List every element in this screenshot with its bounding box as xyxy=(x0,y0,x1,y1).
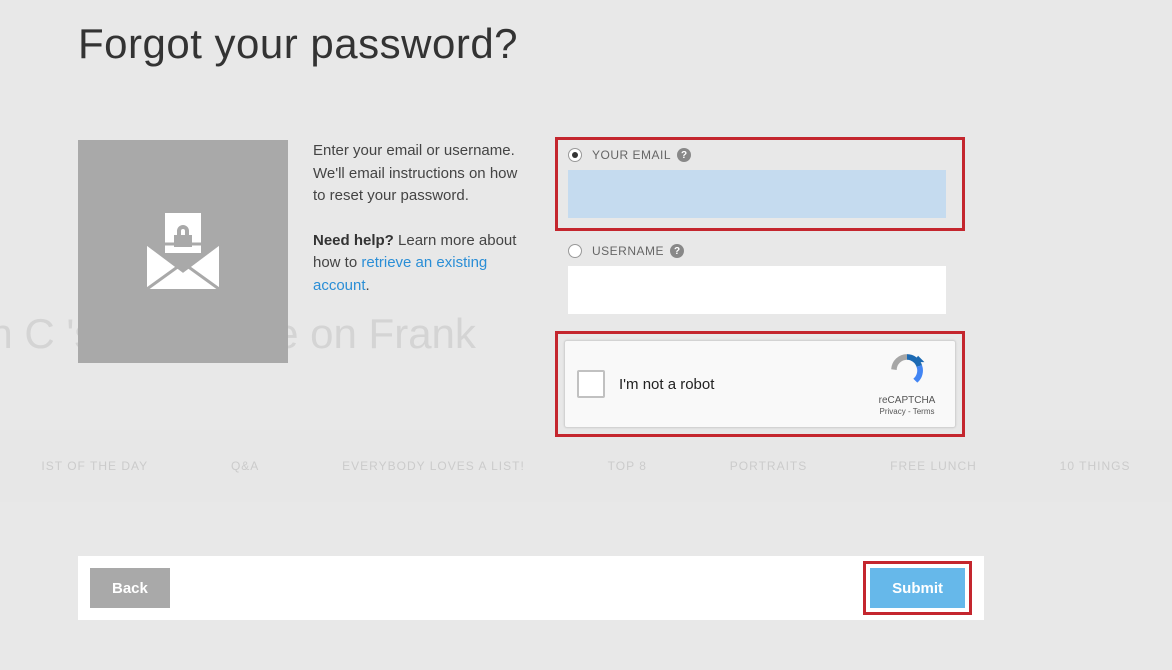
submit-button[interactable]: Submit xyxy=(870,568,965,608)
help-icon[interactable]: ? xyxy=(670,244,684,258)
lock-envelope-icon-box xyxy=(78,140,288,363)
form-area: YOUR EMAIL ? USERNAME ? I'm not a robot … xyxy=(555,137,965,437)
recaptcha-group: I'm not a robot reCAPTCHA Privacy - Term… xyxy=(555,331,965,437)
nav-item: TOP 8 xyxy=(608,459,647,473)
recaptcha-brand: reCAPTCHA xyxy=(871,395,943,406)
instructions-block: Enter your email or username. We'll emai… xyxy=(313,140,531,363)
lock-envelope-icon xyxy=(133,199,233,304)
nav-item: IST OF THE DAY xyxy=(41,459,148,473)
period: . xyxy=(366,277,370,294)
nav-item: Q&A xyxy=(231,459,259,473)
recaptcha-privacy[interactable]: Privacy xyxy=(880,407,906,416)
page-title: Forgot your password? xyxy=(78,20,518,68)
recaptcha-logo: reCAPTCHA Privacy - Terms xyxy=(871,351,943,416)
background-nav: IST OF THE DAY Q&A EVERYBODY LOVES A LIS… xyxy=(0,430,1172,502)
username-radio[interactable] xyxy=(568,244,582,258)
recaptcha-box: I'm not a robot reCAPTCHA Privacy - Term… xyxy=(564,340,956,428)
nav-item: EVERYBODY LOVES A LIST! xyxy=(342,459,525,473)
email-field-group: YOUR EMAIL ? xyxy=(555,137,965,231)
nav-item: PORTRAITS xyxy=(730,459,807,473)
submit-highlight: Submit xyxy=(863,561,972,615)
instructions-help: Need help? Learn more about how to retri… xyxy=(313,230,531,298)
username-label: USERNAME xyxy=(592,244,664,258)
email-input[interactable] xyxy=(568,170,946,218)
recaptcha-text: I'm not a robot xyxy=(619,376,714,393)
instructions-main: Enter your email or username. We'll emai… xyxy=(313,140,531,208)
nav-item: 10 THINGS xyxy=(1060,459,1131,473)
nav-item: FREE LUNCH xyxy=(890,459,977,473)
back-button[interactable]: Back xyxy=(90,568,170,608)
recaptcha-terms[interactable]: Terms xyxy=(913,407,935,416)
username-input[interactable] xyxy=(568,266,946,314)
help-icon[interactable]: ? xyxy=(677,148,691,162)
help-prefix: Need help? xyxy=(313,232,394,249)
footer-bar: Back Submit xyxy=(78,556,984,620)
email-label: YOUR EMAIL xyxy=(592,148,671,162)
email-radio[interactable] xyxy=(568,148,582,162)
recaptcha-checkbox[interactable] xyxy=(577,370,605,398)
username-field-group: USERNAME ? xyxy=(555,233,965,327)
